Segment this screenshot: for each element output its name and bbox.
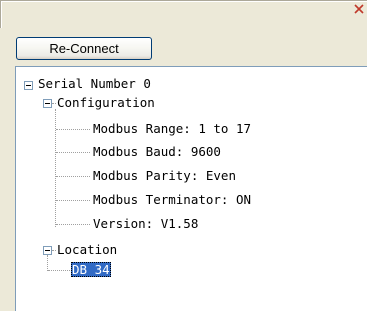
divider (0, 1, 367, 2)
tree-guide (56, 200, 90, 202)
tree-guide (56, 176, 90, 178)
close-icon[interactable] (354, 4, 364, 14)
tree-node-configuration[interactable]: Configuration (57, 95, 155, 111)
tree-node-location[interactable]: Location (57, 242, 117, 258)
tree-node-db[interactable]: DB 34 (71, 262, 111, 278)
tree-node-serial-number[interactable]: Serial Number 0 (38, 76, 151, 92)
tree-view[interactable]: Serial Number 0 Configuration Modbus Ran… (15, 66, 367, 311)
tree-node-modbus-baud[interactable]: Modbus Baud: 9600 (93, 144, 221, 160)
tree-guide (56, 129, 90, 131)
tree-guide (48, 270, 70, 272)
tree-guide (52, 103, 56, 105)
collapse-icon[interactable] (24, 81, 33, 90)
reconnect-button[interactable]: Re-Connect (16, 37, 152, 60)
collapse-icon[interactable] (43, 246, 52, 255)
tree-guide (56, 152, 90, 154)
tree-guide (56, 224, 90, 226)
tree-guide (55, 109, 57, 227)
selected-node-label[interactable]: DB 34 (71, 262, 111, 277)
tree-node-modbus-range[interactable]: Modbus Range: 1 to 17 (93, 121, 251, 137)
divider (1, 1, 2, 28)
tree-guide (47, 255, 49, 271)
collapse-icon[interactable] (43, 99, 52, 108)
tree-guide (52, 250, 56, 252)
tree-node-modbus-terminator[interactable]: Modbus Terminator: ON (93, 192, 251, 208)
tree-node-modbus-parity[interactable]: Modbus Parity: Even (93, 168, 236, 184)
tree-node-version[interactable]: Version: V1.58 (93, 216, 198, 232)
window-chrome (0, 0, 367, 28)
